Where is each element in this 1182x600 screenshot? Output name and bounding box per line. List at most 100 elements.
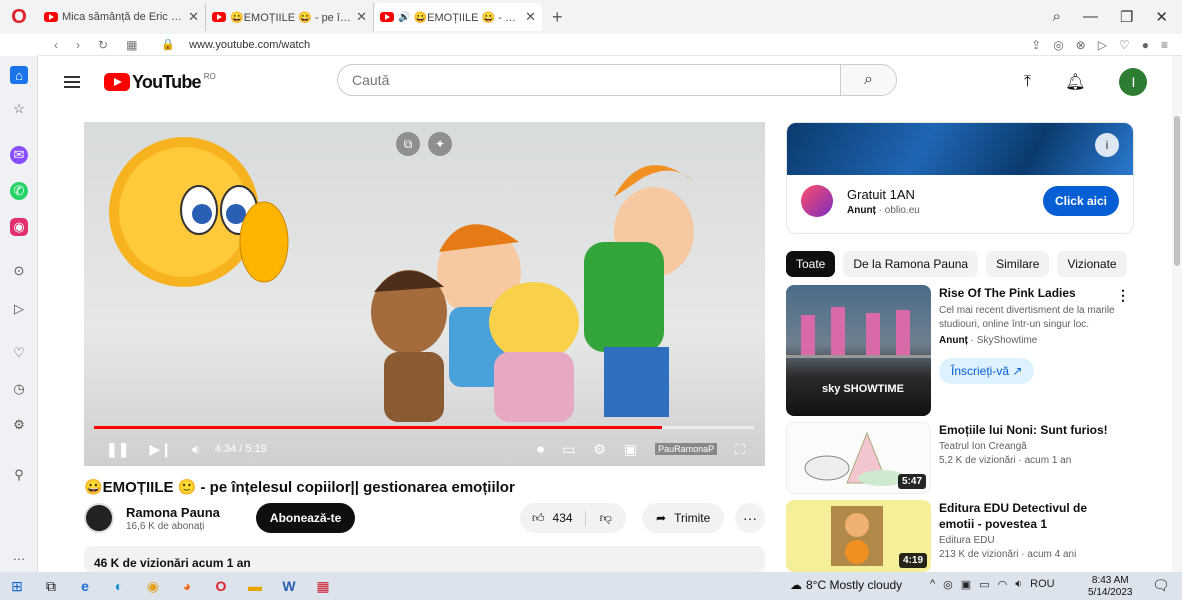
reload-icon[interactable]: ↻ — [98, 38, 108, 52]
chip-watched[interactable]: Vizionate — [1057, 251, 1127, 277]
recommendation-item[interactable]: 5:47 Emoțiile lui Noni: Sunt furios! Tea… — [786, 422, 1156, 494]
signup-button[interactable]: Înscrieți-vă ↗ — [939, 358, 1035, 384]
recommendation-title[interactable]: Emoțiile lui Noni: Sunt furios! — [939, 422, 1119, 438]
edge-icon[interactable]: ◐ — [102, 578, 136, 594]
tray-window-icon[interactable]: ▣ — [961, 578, 971, 591]
send-icon[interactable]: ▷ — [1098, 38, 1107, 52]
messenger-icon[interactable]: ✉ — [10, 146, 28, 164]
chrome-icon[interactable]: ◉ — [136, 578, 170, 595]
volume-tray-icon[interactable]: 🔉︎ — [1015, 578, 1022, 591]
subscribe-button[interactable]: Abonează-te — [255, 503, 356, 533]
recommendation-title[interactable]: Rise Of The Pink Ladies — [939, 285, 1119, 301]
scrollbar-thumb[interactable] — [1174, 116, 1180, 266]
close-tab-icon[interactable]: ✕ — [356, 9, 367, 25]
fullscreen-icon[interactable]: ⛶ — [735, 441, 745, 458]
page-scrollbar[interactable] — [1172, 56, 1182, 572]
speed-dial-icon[interactable]: ▦ — [126, 38, 137, 52]
easy-setup-icon[interactable]: ≡ — [1161, 38, 1168, 52]
menu-icon[interactable] — [64, 76, 80, 88]
search-button[interactable]: ⌕ — [840, 65, 896, 95]
restore-icon[interactable]: ❐ — [1120, 8, 1133, 26]
browser-tab[interactable]: 😀EMOȚIILE 😀 - pe înțele ✕ — [206, 3, 374, 31]
pause-icon[interactable]: ❚❚ — [106, 441, 129, 458]
ad-card[interactable]: i Gratuit 1AN Anunț · oblio.eu Click aic… — [786, 122, 1134, 234]
new-tab-button[interactable]: + — [552, 7, 563, 28]
enhance-icon[interactable]: ✦ — [428, 132, 452, 156]
firefox-icon[interactable]: ◕ — [170, 578, 204, 594]
settings-icon[interactable]: ⚙ — [10, 416, 28, 434]
dislike-button[interactable]: 👎︎ — [586, 511, 626, 526]
share-page-icon[interactable]: ⇪ — [1031, 38, 1041, 52]
flow-icon[interactable]: ▷ — [10, 300, 28, 318]
search-tabs-icon[interactable]: ⌕ — [1053, 8, 1061, 26]
upload-icon[interactable]: ⤒ — [1024, 73, 1031, 91]
notifications-icon[interactable]: 🗨︎ — [1152, 577, 1170, 594]
close-window-icon[interactable]: ✕ — [1155, 8, 1168, 26]
heart-icon[interactable]: ♡ — [1119, 38, 1130, 52]
video-player[interactable]: ⧉ ✦ ❚❚ ▶❙ 🔉︎ 4:34 / 5:19 ⏺ ▭ ⚙ ▣ PauRamo… — [84, 122, 765, 466]
more-options-icon[interactable]: ⋮ — [1116, 287, 1130, 304]
wifi-icon[interactable]: ◠ — [998, 578, 1008, 591]
windows-start-icon[interactable]: ⊞ — [0, 578, 34, 595]
instagram-icon[interactable]: ◉ — [10, 218, 28, 236]
miniplayer-icon[interactable]: ▣ — [624, 441, 637, 458]
url-field[interactable]: www.youtube.com/watch — [189, 39, 310, 51]
adblock-icon[interactable]: ⊗ — [1076, 38, 1086, 52]
like-button[interactable]: 👍︎ 434 — [520, 510, 586, 526]
minimize-icon[interactable]: — — [1083, 8, 1098, 26]
opera-taskbar-icon[interactable]: O — [204, 578, 238, 594]
language-indicator[interactable]: ROU — [1030, 578, 1054, 591]
copy-link-icon[interactable]: ⧉ — [396, 132, 420, 156]
chip-all[interactable]: Toate — [786, 251, 836, 277]
recommendation-ad[interactable]: sky SHOWTIME Rise Of The Pink Ladies Cel… — [786, 285, 1156, 416]
word-icon[interactable]: W — [272, 578, 306, 594]
back-icon[interactable]: ‹ — [54, 38, 58, 52]
browser-tab[interactable]: Mica sămânță de Eric Carle ✕ — [38, 3, 206, 31]
recommendation-channel[interactable]: Teatrul Ion Creangă — [939, 440, 1119, 454]
settings-gear-icon[interactable]: ⚙ — [593, 441, 606, 458]
tray-app-icon[interactable]: ◎ — [943, 578, 953, 591]
whatsapp-icon[interactable]: ✆ — [10, 182, 28, 200]
channel-avatar[interactable] — [84, 503, 114, 533]
app-icon[interactable]: ▦ — [306, 578, 340, 595]
chip-related[interactable]: Similare — [986, 251, 1050, 277]
video-thumbnail[interactable]: 4:19 — [786, 500, 931, 572]
weather-widget[interactable]: ☁ 8°C Mostly cloudy — [790, 578, 902, 592]
home-icon[interactable]: ⌂ — [10, 66, 28, 84]
video-thumbnail[interactable]: 5:47 — [786, 422, 931, 494]
internet-explorer-icon[interactable]: e — [68, 578, 102, 594]
notifications-bell-icon[interactable]: 🔔︎ — [1065, 72, 1085, 92]
recommendation-channel[interactable]: Editura EDU — [939, 534, 1119, 548]
channel-name[interactable]: Ramona Pauna — [126, 505, 220, 520]
ad-cta-button[interactable]: Click aici — [1042, 186, 1119, 216]
recommendation-title[interactable]: Editura EDU Detectivul de emotii - poves… — [939, 500, 1119, 532]
snapshot-icon[interactable]: ◎ — [1053, 38, 1063, 52]
next-icon[interactable]: ▶❙ — [149, 441, 172, 458]
autoplay-toggle-icon[interactable]: ⏺ — [537, 441, 544, 458]
opera-logo-icon[interactable]: O — [0, 6, 38, 29]
volume-icon[interactable]: 🔉︎ — [192, 441, 201, 458]
close-tab-icon[interactable]: ✕ — [188, 9, 199, 25]
tips-icon[interactable]: ⚲ — [10, 466, 28, 484]
more-actions-button[interactable]: ··· — [735, 503, 765, 533]
description-box[interactable]: 46 K de vizionări acum 1 an — [84, 546, 765, 572]
progress-bar[interactable] — [94, 426, 754, 429]
recommendation-item[interactable]: 4:19 Editura EDU Detectivul de emotii - … — [786, 500, 1156, 572]
history-icon[interactable]: ◷ — [10, 380, 28, 398]
battery-icon[interactable]: ▭ — [979, 578, 989, 591]
bookmarks-icon[interactable]: ☆ — [10, 100, 28, 118]
taskbar-clock[interactable]: 8:43 AM 5/14/2023 — [1088, 575, 1133, 599]
pinboard-icon[interactable]: ♡ — [10, 344, 28, 362]
video-thumbnail[interactable]: sky SHOWTIME — [786, 285, 931, 416]
account-avatar[interactable]: I — [1119, 68, 1148, 96]
sidebar-more-icon[interactable]: … — [10, 546, 28, 564]
speaker-icon[interactable]: 🔊 — [398, 12, 410, 23]
youtube-logo[interactable]: YouTube RO — [104, 72, 216, 93]
forward-icon[interactable]: › — [76, 38, 80, 52]
file-explorer-icon[interactable]: ▬ — [238, 578, 272, 594]
search-input[interactable] — [352, 72, 840, 88]
chip-from-channel[interactable]: De la Ramona Pauna — [843, 251, 979, 277]
browser-tab-active[interactable]: 🔊 😀EMOȚIILE 😀 - pe în ✕ — [374, 3, 542, 31]
player-icon[interactable]: ⊙ — [10, 262, 28, 280]
subtitles-icon[interactable]: ▭ — [562, 441, 575, 458]
